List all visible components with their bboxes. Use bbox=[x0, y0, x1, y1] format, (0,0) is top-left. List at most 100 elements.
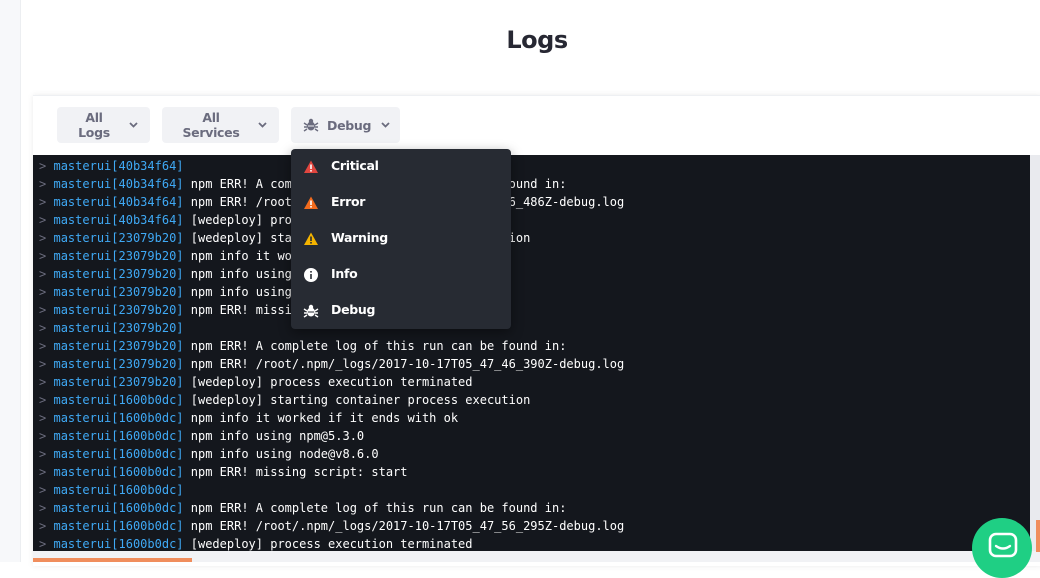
log-service: masterui[1600b0dc] bbox=[53, 519, 184, 533]
log-message: npm ERR! /root/.npm/_logs/2017-10-17T05_… bbox=[190, 357, 625, 371]
all-services-filter-button[interactable]: All Services bbox=[162, 107, 279, 143]
log-service: masterui[40b34f64] bbox=[53, 177, 184, 191]
log-service: masterui[23079b20] bbox=[53, 267, 184, 281]
log-service: masterui[1600b0dc] bbox=[53, 411, 184, 425]
level-option-label: Debug bbox=[331, 302, 376, 317]
log-prompt: > bbox=[39, 537, 47, 551]
log-prompt: > bbox=[39, 213, 47, 227]
chevron-down-icon bbox=[129, 120, 138, 131]
log-service: masterui[1600b0dc] bbox=[53, 483, 184, 497]
log-prompt: > bbox=[39, 501, 47, 515]
log-message: npm ERR! missing script: start bbox=[190, 465, 408, 479]
all-logs-filter-label: All Logs bbox=[78, 110, 110, 140]
log-level-filter-label: Debug bbox=[327, 117, 372, 133]
log-level-dropdown-menu: Critical Error Warning Info Debug bbox=[291, 149, 511, 329]
log-line: > masterui[1600b0dc] [wedeploy] starting… bbox=[39, 391, 530, 409]
log-message: npm info it worked if it ends with ok bbox=[190, 411, 459, 425]
log-service: masterui[23079b20] bbox=[53, 357, 184, 371]
log-prompt: > bbox=[39, 321, 47, 335]
log-line: > masterui[23079b20] npm ERR! /root/.npm… bbox=[39, 355, 624, 373]
all-logs-filter-button[interactable]: All Logs bbox=[57, 107, 150, 143]
log-prompt: > bbox=[39, 465, 47, 479]
log-line: > masterui[40b34f64] bbox=[39, 157, 191, 175]
warning-triangle-icon bbox=[303, 231, 319, 247]
chevron-down-icon bbox=[258, 120, 267, 131]
page-title: Logs bbox=[506, 26, 568, 54]
log-prompt: > bbox=[39, 285, 47, 299]
log-service: masterui[23079b20] bbox=[53, 375, 184, 389]
log-service: masterui[1600b0dc] bbox=[53, 501, 184, 515]
log-prompt: > bbox=[39, 519, 47, 533]
level-option-critical[interactable]: Critical bbox=[291, 149, 511, 185]
left-sidebar-rail bbox=[0, 0, 21, 562]
log-line: > masterui[23079b20] npm ERR! A complete… bbox=[39, 337, 566, 355]
log-prompt: > bbox=[39, 195, 47, 209]
log-line: > masterui[1600b0dc] npm ERR! A complete… bbox=[39, 499, 566, 517]
bug-icon bbox=[303, 303, 319, 319]
log-line: > masterui[1600b0dc] npm info it worked … bbox=[39, 409, 458, 427]
log-prompt: > bbox=[39, 231, 47, 245]
info-circle-icon bbox=[303, 267, 319, 283]
log-prompt: > bbox=[39, 267, 47, 281]
log-service: masterui[1600b0dc] bbox=[53, 447, 184, 461]
log-line: > masterui[1600b0dc] npm info using npm@… bbox=[39, 427, 364, 445]
log-line: > masterui[23079b20] bbox=[39, 319, 191, 337]
log-service: masterui[1600b0dc] bbox=[53, 429, 184, 443]
level-option-debug[interactable]: Debug bbox=[291, 293, 511, 329]
level-option-label: Critical bbox=[331, 158, 379, 173]
level-option-info[interactable]: Info bbox=[291, 257, 511, 293]
critical-triangle-icon bbox=[303, 159, 319, 175]
log-service: masterui[1600b0dc] bbox=[53, 393, 184, 407]
log-service: masterui[23079b20] bbox=[53, 249, 184, 263]
bug-icon bbox=[303, 118, 319, 132]
log-service: masterui[23079b20] bbox=[53, 231, 184, 245]
level-option-warning[interactable]: Warning bbox=[291, 221, 511, 257]
log-message: [wedeploy] process execution terminated bbox=[190, 375, 473, 389]
level-option-label: Info bbox=[331, 266, 358, 281]
level-option-label: Error bbox=[331, 194, 366, 209]
all-services-filter-label: All Services bbox=[182, 110, 240, 140]
log-message: [wedeploy] process execution terminated bbox=[190, 537, 473, 551]
log-prompt: > bbox=[39, 393, 47, 407]
log-prompt: > bbox=[39, 447, 47, 461]
log-prompt: > bbox=[39, 375, 47, 389]
log-message: npm ERR! A complete log of this run can … bbox=[190, 339, 567, 353]
log-message: [wedeploy] starting container process ex… bbox=[190, 393, 531, 407]
error-triangle-icon bbox=[303, 195, 319, 211]
log-service: masterui[40b34f64] bbox=[53, 195, 184, 209]
log-line: > masterui[1600b0dc] npm info using node… bbox=[39, 445, 379, 463]
log-service: masterui[23079b20] bbox=[53, 339, 184, 353]
log-prompt: > bbox=[39, 249, 47, 263]
log-line: > masterui[23079b20] [wedeploy] process … bbox=[39, 373, 473, 391]
log-message: npm ERR! A complete log of this run can … bbox=[190, 501, 567, 515]
log-service: masterui[1600b0dc] bbox=[53, 537, 184, 551]
level-option-error[interactable]: Error bbox=[291, 185, 511, 221]
log-prompt: > bbox=[39, 357, 47, 371]
side-accent-tab bbox=[1036, 520, 1040, 552]
chat-support-button[interactable] bbox=[972, 518, 1032, 578]
log-service: masterui[40b34f64] bbox=[53, 213, 184, 227]
level-option-label: Warning bbox=[331, 230, 388, 245]
log-prompt: > bbox=[39, 339, 47, 353]
log-console[interactable]: > masterui[40b34f64] > masterui[40b34f64… bbox=[33, 155, 1030, 551]
log-prompt: > bbox=[39, 159, 47, 173]
log-level-filter-button[interactable]: Debug bbox=[291, 107, 400, 143]
log-prompt: > bbox=[39, 303, 47, 317]
log-line: > masterui[1600b0dc] npm ERR! /root/.npm… bbox=[39, 517, 624, 535]
chat-bubble-icon bbox=[988, 532, 1018, 562]
console-scrollbar[interactable] bbox=[1030, 155, 1040, 551]
log-service: masterui[23079b20] bbox=[53, 285, 184, 299]
chevron-down-icon bbox=[381, 120, 390, 131]
log-line: > masterui[1600b0dc] bbox=[39, 481, 191, 499]
log-message: npm ERR! /root/.npm/_logs/2017-10-17T05_… bbox=[190, 519, 625, 533]
log-message: npm info using node@v8.6.0 bbox=[190, 447, 379, 461]
log-line: > masterui[1600b0dc] npm ERR! missing sc… bbox=[39, 463, 408, 481]
log-service: masterui[40b34f64] bbox=[53, 159, 184, 173]
horizontal-scrollbar-thumb[interactable] bbox=[33, 558, 192, 562]
log-prompt: > bbox=[39, 177, 47, 191]
log-service: masterui[23079b20] bbox=[53, 303, 184, 317]
log-prompt: > bbox=[39, 429, 47, 443]
log-prompt: > bbox=[39, 483, 47, 497]
log-service: masterui[1600b0dc] bbox=[53, 465, 184, 479]
log-service: masterui[23079b20] bbox=[53, 321, 184, 335]
